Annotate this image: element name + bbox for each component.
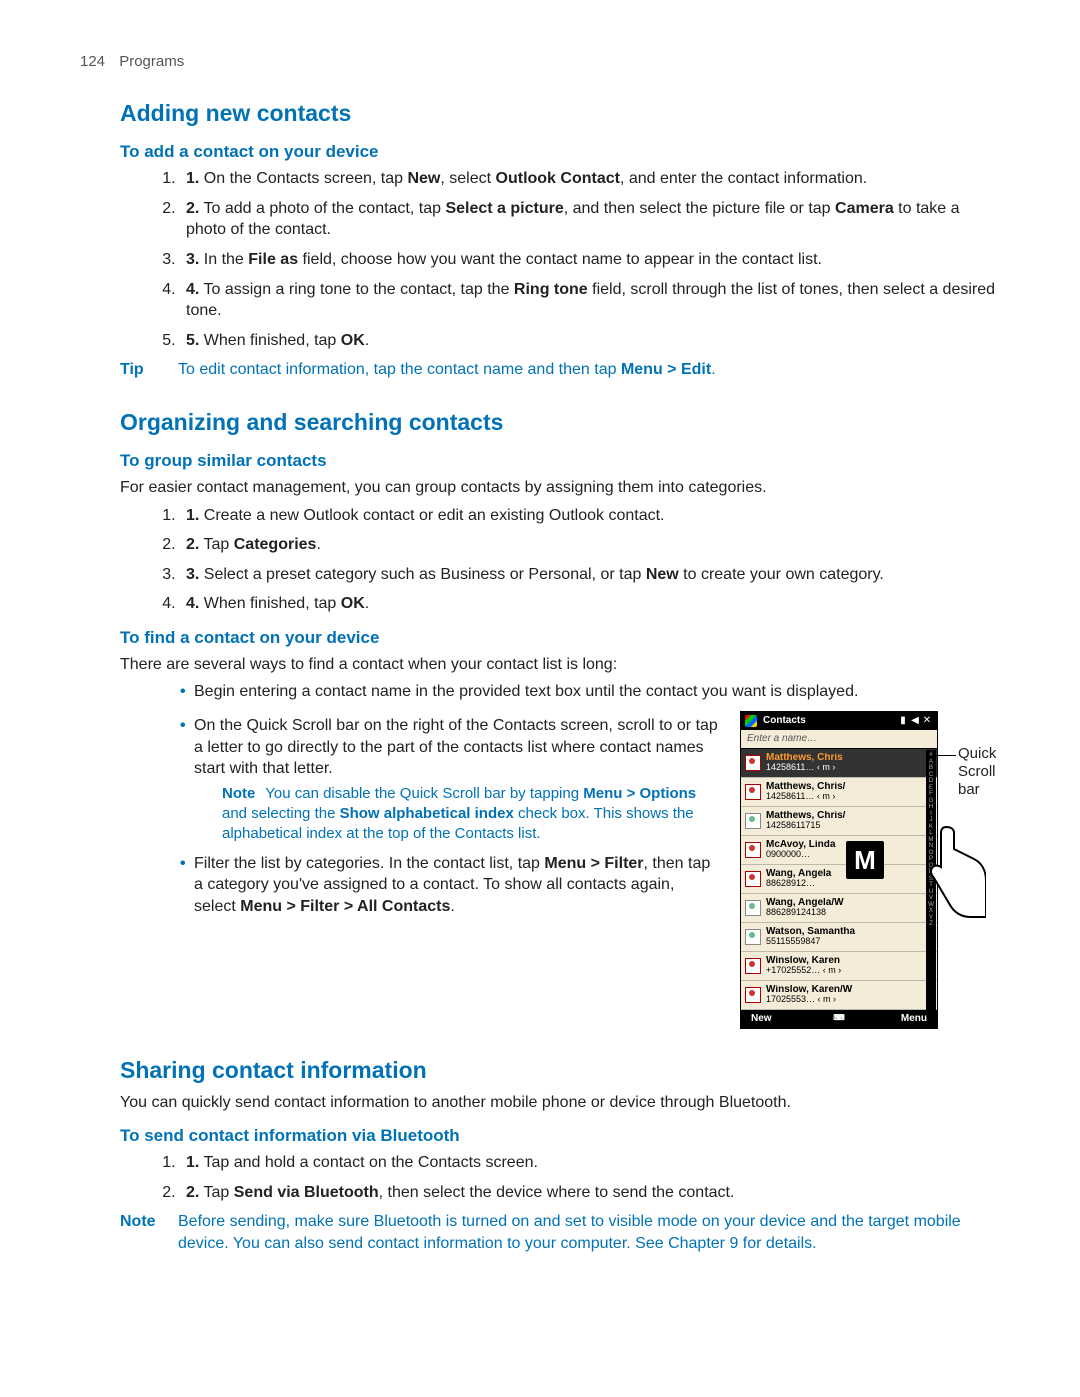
heading-organizing-searching: Organizing and searching contacts [120, 407, 1000, 438]
step: 1. Tap and hold a contact on the Contact… [180, 1152, 1000, 1174]
outlook-contact-icon [745, 755, 761, 771]
step: 2. To add a photo of the contact, tap Se… [180, 198, 1000, 241]
contact-number: 17025553… ‹ m › [766, 995, 933, 1004]
note-label: Note [120, 1211, 178, 1254]
signal-icon: ▮ [897, 714, 909, 728]
contact-number: 886289124138 [766, 908, 933, 917]
contact-name: Winslow, Karen/W [766, 985, 933, 996]
contact-number: +17025552… ‹ m › [766, 966, 933, 975]
tip-text: To edit contact information, tap the con… [178, 359, 1000, 381]
subheading-send-via-bluetooth: To send contact information via Bluetoot… [120, 1125, 1000, 1148]
softkey-menu[interactable]: Menu [859, 1012, 937, 1026]
contact-row[interactable]: Wang, Angela88628912… [741, 865, 937, 894]
note-text: Before sending, make sure Bluetooth is t… [178, 1211, 1000, 1254]
contact-name: Wang, Angela/W [766, 898, 933, 909]
outlook-contact-icon [745, 842, 761, 858]
subheading-group-similar: To group similar contacts [120, 450, 1000, 473]
contact-name: Winslow, Karen [766, 956, 933, 967]
tip-label: Tip [120, 359, 178, 381]
contact-number: 14258611… ‹ m › [766, 792, 933, 801]
contact-number: 55115559847 [766, 937, 933, 946]
subheading-find-contact: To find a contact on your device [120, 627, 1000, 650]
softkey-new[interactable]: New [741, 1012, 819, 1026]
page-section-name: Programs [119, 53, 184, 70]
bullet-item: Begin entering a contact name in the pro… [180, 681, 1000, 703]
step: 5. When finished, tap OK. [180, 330, 1000, 352]
page-header: 124 Programs [80, 52, 1000, 72]
contacts-list[interactable]: Matthews, Chris14258611… ‹ m ›Matthews, … [741, 749, 937, 1010]
outlook-contact-icon [745, 987, 761, 1003]
heading-sharing-contact-info: Sharing contact information [120, 1055, 1000, 1086]
sim-contact-icon [745, 813, 761, 829]
contact-row[interactable]: Matthews, Chris/14258611715 [741, 807, 937, 836]
paragraph: For easier contact management, you can g… [120, 477, 1000, 499]
keyboard-icon[interactable]: ⌨ [819, 1013, 859, 1024]
contact-number: 14258611… ‹ m › [766, 763, 933, 772]
step: 2. Tap Send via Bluetooth, then select t… [180, 1182, 1000, 1204]
volume-icon: ◀ [909, 714, 921, 728]
start-icon [745, 715, 757, 727]
contact-name: Watson, Samantha [766, 927, 933, 938]
outlook-contact-icon [745, 958, 761, 974]
outlook-contact-icon [745, 871, 761, 887]
page-number: 124 [80, 53, 105, 70]
heading-adding-new-contacts: Adding new contacts [120, 98, 1000, 129]
contact-name: Matthews, Chris/ [766, 811, 933, 822]
sim-contact-icon [745, 929, 761, 945]
step: 3. Select a preset category such as Busi… [180, 564, 1000, 586]
note-quick-scroll: Note You can disable the Quick Scroll ba… [222, 784, 720, 845]
bullet-item: Filter the list by categories. In the co… [180, 853, 720, 918]
search-input[interactable]: Enter a name… [741, 730, 937, 749]
contact-number: 14258611715 [766, 821, 933, 830]
outlook-contact-icon [745, 784, 761, 800]
bullet-first-wrap: Begin entering a contact name in the pro… [180, 681, 1000, 703]
paragraph: You can quickly send contact information… [120, 1092, 1000, 1114]
phone-screen: Contacts ▮ ◀ ✕ Enter a name… Matthews, C… [740, 711, 938, 1029]
phone-titlebar: Contacts ▮ ◀ ✕ [741, 712, 937, 730]
bullet-item: On the Quick Scroll bar on the right of … [180, 715, 720, 845]
step: 1. On the Contacts screen, tap New, sele… [180, 168, 1000, 190]
contact-row[interactable]: Matthews, Chris/14258611… ‹ m › [741, 778, 937, 807]
note-label: Note [222, 785, 255, 802]
hand-pointer-icon [916, 821, 986, 931]
contact-row[interactable]: Watson, Samantha55115559847 [741, 923, 937, 952]
contact-row[interactable]: Winslow, Karen/W17025553… ‹ m › [741, 981, 937, 1010]
phone-title: Contacts [763, 714, 897, 728]
contact-row[interactable]: McAvoy, Linda0900000… [741, 836, 937, 865]
contact-name: Matthews, Chris [766, 753, 933, 764]
contacts-phone-figure: Contacts ▮ ◀ ✕ Enter a name… Matthews, C… [740, 711, 1000, 1029]
note-bluetooth: Note Before sending, make sure Bluetooth… [120, 1211, 1000, 1254]
step: 4. When finished, tap OK. [180, 593, 1000, 615]
tip-row: Tip To edit contact information, tap the… [120, 359, 1000, 381]
callout-line [936, 755, 956, 756]
step: 2. Tap Categories. [180, 534, 1000, 556]
contact-row[interactable]: Matthews, Chris14258611… ‹ m › [741, 749, 937, 778]
sim-contact-icon [745, 900, 761, 916]
steps-group-contacts: 1. Create a new Outlook contact or edit … [140, 505, 1000, 615]
step: 1. Create a new Outlook contact or edit … [180, 505, 1000, 527]
step: 3. In the File as field, choose how you … [180, 249, 1000, 271]
close-icon: ✕ [921, 714, 933, 728]
contact-row[interactable]: Winslow, Karen+17025552… ‹ m › [741, 952, 937, 981]
contact-number: 88628912… [766, 879, 933, 888]
paragraph: There are several ways to find a contact… [120, 654, 1000, 676]
quick-scroll-label: Quick Scroll bar [958, 745, 1000, 799]
steps-add-contact: 1. On the Contacts screen, tap New, sele… [140, 168, 1000, 351]
step: 4. To assign a ring tone to the contact,… [180, 279, 1000, 322]
contact-row[interactable]: Wang, Angela/W886289124138 [741, 894, 937, 923]
find-contact-bullets: On the Quick Scroll bar on the right of … [180, 715, 720, 917]
subheading-to-add-a-contact: To add a contact on your device [120, 141, 1000, 164]
phone-softkeys: New ⌨ Menu [741, 1010, 937, 1028]
contact-name: Matthews, Chris/ [766, 782, 933, 793]
steps-send-bluetooth: 1. Tap and hold a contact on the Contact… [140, 1152, 1000, 1203]
quick-scroll-letter-overlay: M [846, 841, 884, 879]
